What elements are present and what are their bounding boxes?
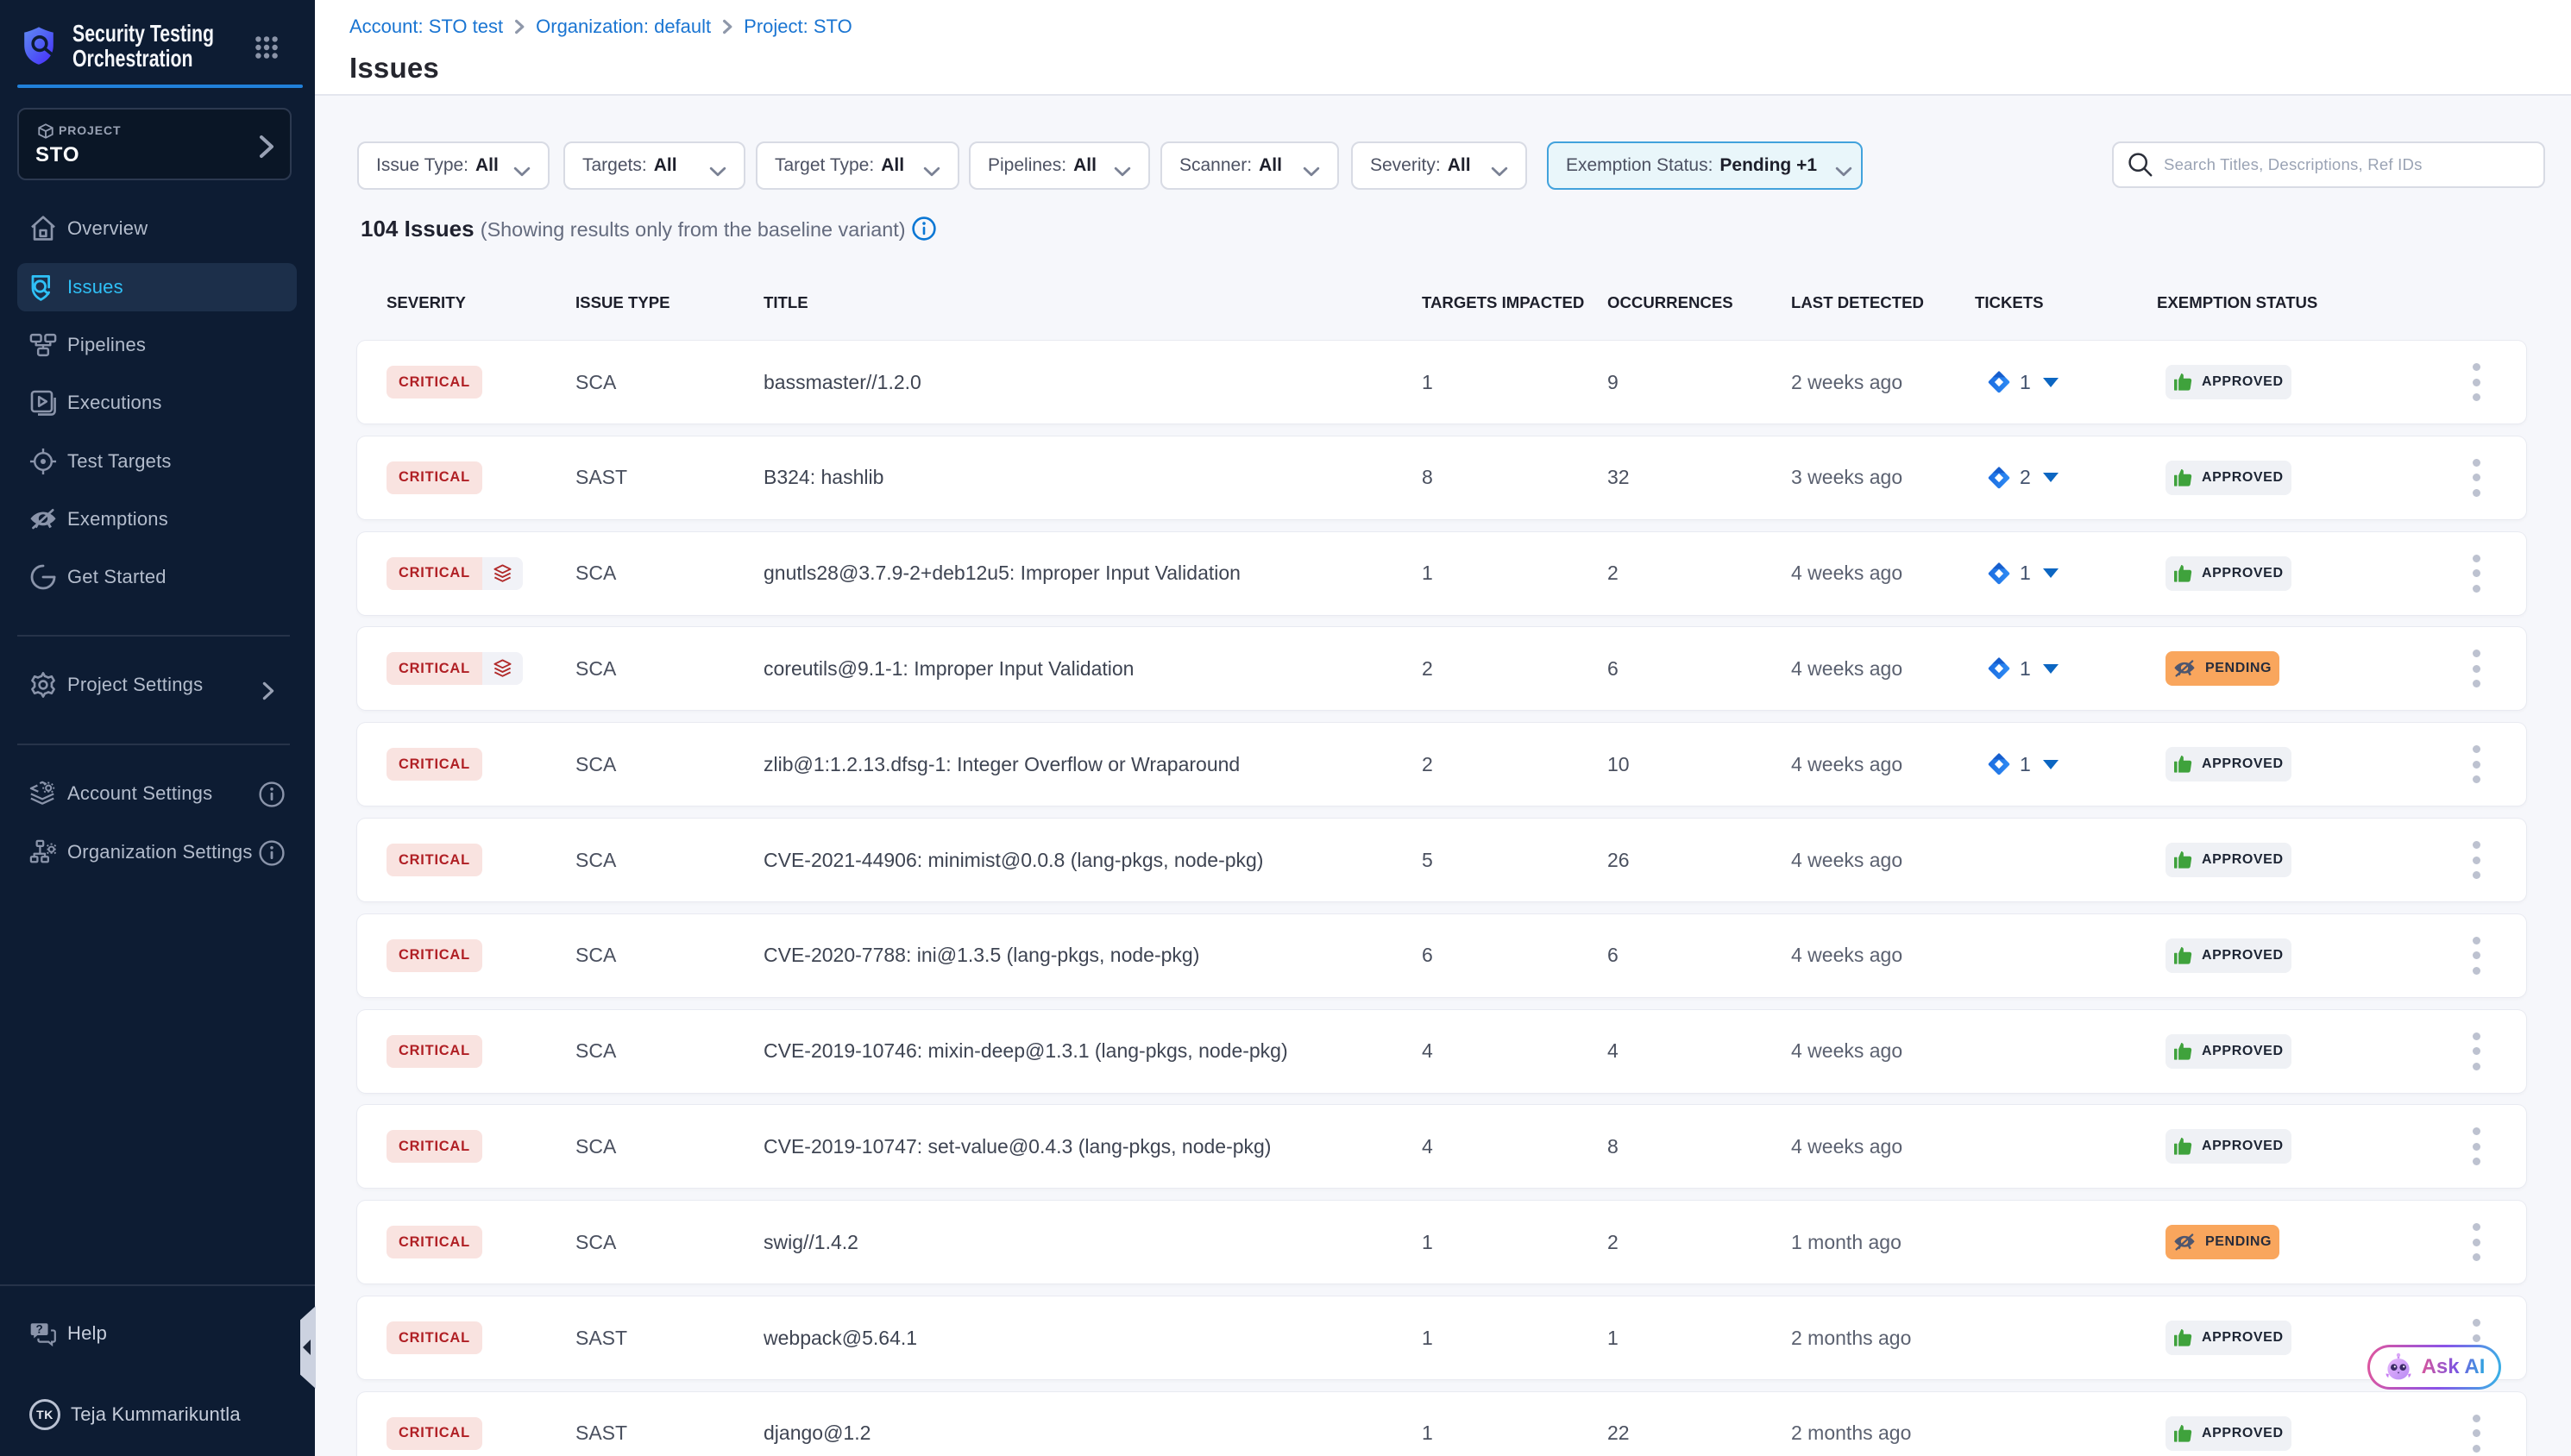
svg-text:?: ? — [36, 1322, 43, 1335]
